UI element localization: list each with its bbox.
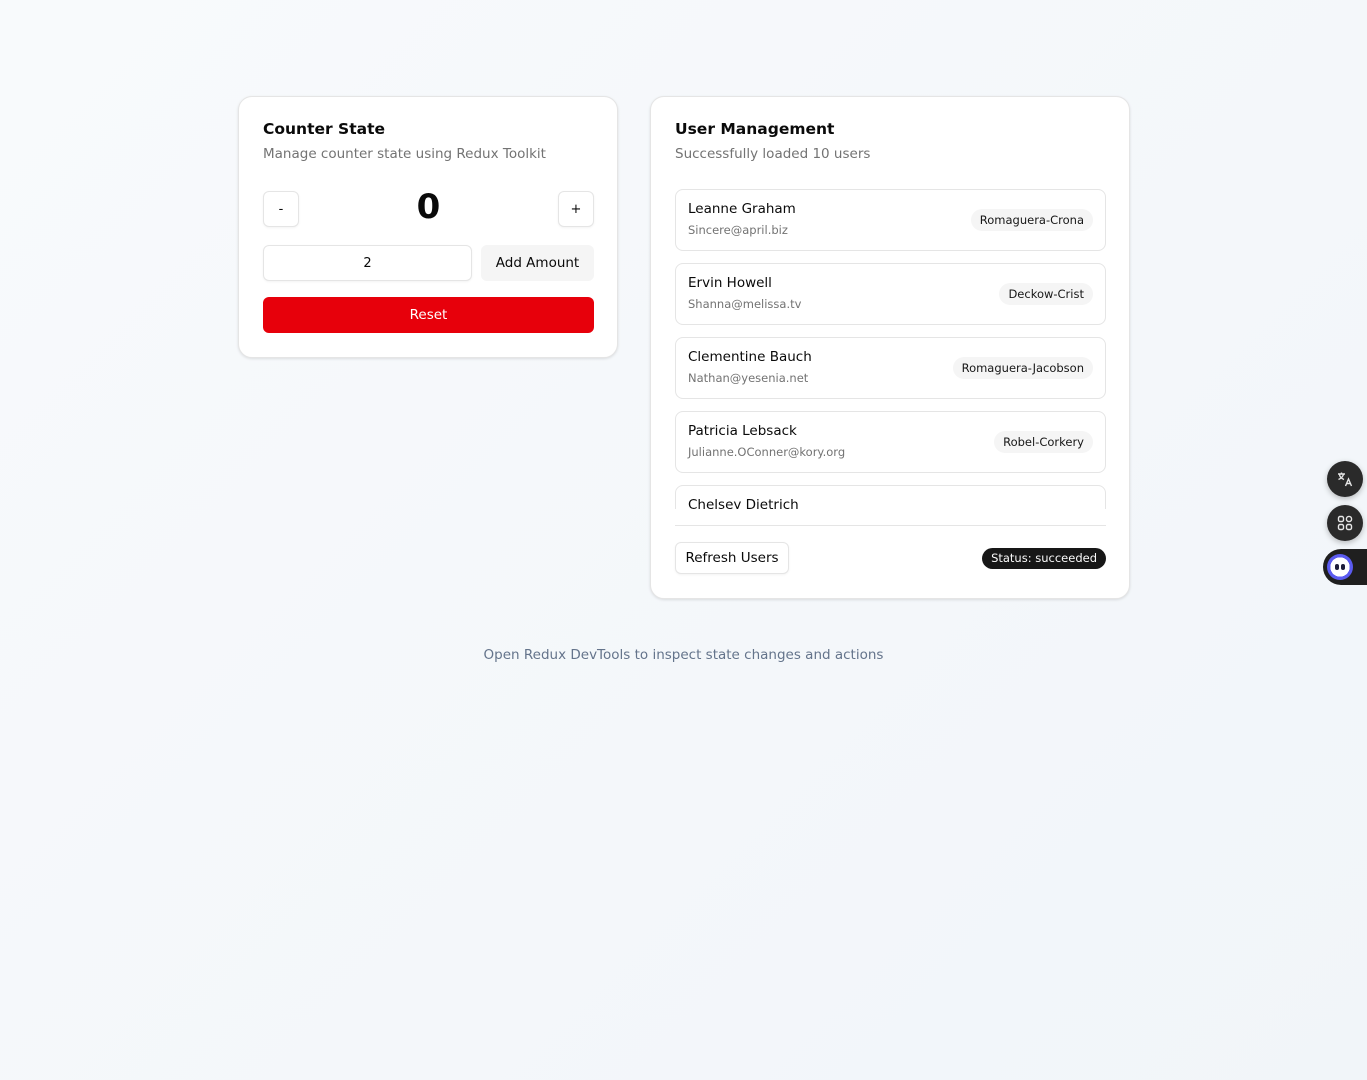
devtools-hint: Open Redux DevTools to inspect state cha… [483,647,884,663]
counter-description: Manage counter state using Redux Toolkit [263,146,546,162]
users-card-footer: Refresh Users Status: succeeded [675,525,1106,575]
amount-input[interactable] [263,245,472,281]
assistant-bot-icon[interactable] [1323,549,1367,585]
add-amount-button[interactable]: Add Amount [481,245,594,281]
users-title: User Management [675,120,835,138]
user-list-item: Patricia Lebsack Julianne.OConner@kory.o… [675,411,1106,473]
apps-grid-icon[interactable] [1327,505,1363,541]
company-badge: Romaguera-Jacobson [952,357,1093,379]
counter-controls: - 0 + [263,187,594,227]
counter-title: Counter State [263,120,386,138]
counter-value: 0 [416,187,441,227]
user-list-item: Leanne Graham Sincere@april.biz Romaguer… [675,189,1106,251]
users-description: Successfully loaded 10 users [675,146,871,162]
user-list-item: Chelsey Dietrich [675,485,1106,509]
user-management-card: User Management Successfully loaded 10 u… [650,96,1130,599]
company-badge: Deckow-Crist [999,283,1093,305]
user-list-item: Clementine Bauch Nathan@yesenia.net Roma… [675,337,1106,399]
status-badge: Status: succeeded [982,548,1106,569]
reset-button[interactable]: Reset [263,297,594,333]
bot-face-icon [1327,554,1353,580]
company-badge: Robel-Corkery [994,431,1093,453]
company-badge: Romaguera-Crona [970,209,1093,231]
user-name: Chelsey Dietrich [688,497,799,509]
user-list-item: Ervin Howell Shanna@melissa.tv Deckow-Cr… [675,263,1106,325]
refresh-users-button[interactable]: Refresh Users [675,542,789,574]
translate-icon[interactable] [1327,461,1363,497]
counter-card: Counter State Manage counter state using… [238,96,618,358]
users-list[interactable]: Leanne Graham Sincere@april.biz Romaguer… [675,189,1106,509]
increment-button[interactable]: + [558,191,594,227]
